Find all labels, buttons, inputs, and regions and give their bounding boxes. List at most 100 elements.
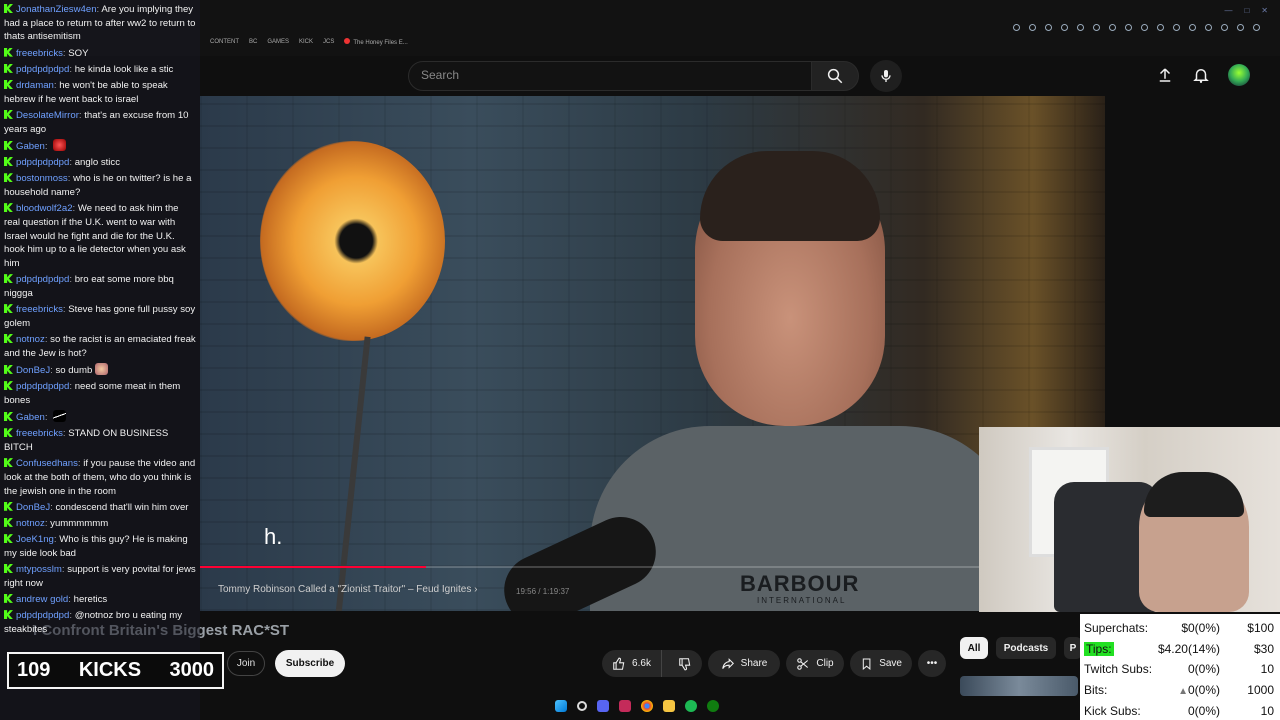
search-input[interactable]: Search [408, 61, 812, 91]
avatar[interactable] [1228, 64, 1250, 86]
chat-username[interactable]: bloodwolf2a2 [16, 203, 73, 214]
chat-username[interactable]: Gaben [16, 141, 45, 152]
kick-badge-icon [4, 140, 13, 150]
stat-value: 0(0%) [1187, 683, 1220, 698]
chip-all[interactable]: All [960, 637, 988, 659]
chat-username[interactable]: drdaman [16, 80, 54, 91]
extension-icon[interactable] [1125, 24, 1132, 31]
extension-icon[interactable] [1205, 24, 1212, 31]
chat-username[interactable]: pdpdpdpdpd [16, 274, 69, 285]
search-button[interactable] [811, 61, 859, 91]
extension-icon[interactable] [1013, 24, 1020, 31]
clip-button[interactable]: Clip [786, 650, 844, 677]
stat-value: 0(0%) [1187, 662, 1220, 677]
subscribe-button[interactable]: Subscribe [275, 650, 345, 677]
thumbs-up-icon [613, 657, 625, 670]
stat-row: Twitch Subs: 0(0%) 10 [1084, 659, 1276, 680]
chat-username[interactable]: Confusedhans [16, 458, 78, 469]
app-icon[interactable] [619, 700, 631, 712]
minimize-icon[interactable]: — [1224, 6, 1232, 15]
folder-icon[interactable] [663, 700, 675, 712]
search-icon[interactable] [577, 701, 587, 711]
maximize-icon[interactable]: □ [1244, 6, 1249, 15]
upload-icon[interactable] [1156, 66, 1174, 84]
chat-message: Confusedhans: if you pause the video and… [4, 457, 196, 498]
xbox-icon[interactable] [707, 700, 719, 712]
progress-bar[interactable] [200, 566, 1105, 568]
spotify-icon[interactable] [685, 700, 697, 712]
chat-username[interactable]: JoeK1ng [16, 534, 54, 545]
discord-icon[interactable] [597, 700, 609, 712]
bookmark[interactable]: JCS [323, 39, 334, 45]
chat-overlay: JonathanZiesw4en: Are you implying they … [0, 0, 200, 720]
chat-username[interactable]: Gaben [16, 412, 45, 423]
next-video-link[interactable]: Tommy Robinson Called a "Zionist Traitor… [218, 584, 477, 595]
chat-username[interactable]: freeebricks [16, 48, 63, 59]
donation-goals-panel: Superchats: $0(0%) $100 Tips: $4.20(14%)… [1080, 614, 1280, 720]
chrome-icon[interactable] [641, 700, 653, 712]
kick-badge-icon [4, 4, 13, 13]
chat-username[interactable]: DesolateMirror [16, 110, 79, 121]
extension-icon[interactable] [1061, 24, 1068, 31]
chat-username[interactable]: pdpdpdpdpd [16, 64, 69, 75]
video-player[interactable]: BARBOUR INTERNATIONAL h. Tommy Robinson … [200, 96, 1105, 611]
chat-message: bostonmoss: who is he on twitter? is he … [4, 172, 196, 199]
extension-icon[interactable] [1253, 24, 1260, 31]
share-button[interactable]: Share [708, 650, 780, 677]
extension-icon[interactable] [1109, 24, 1116, 31]
bookmarks-bar: CONTENT BC GAMES KICK JCS The Honey File… [210, 38, 408, 46]
extension-icon[interactable] [1173, 24, 1180, 31]
chat-message: bloodwolf2a2: We need to ask him the rea… [4, 202, 196, 271]
extension-icon[interactable] [1221, 24, 1228, 31]
chat-username[interactable]: bostonmoss [16, 173, 68, 184]
dislike-button[interactable] [668, 650, 702, 677]
join-button[interactable]: Join [227, 651, 265, 676]
more-actions-button[interactable]: ••• [918, 650, 946, 677]
extension-icon[interactable] [1157, 24, 1164, 31]
like-dislike-group: 6.6k [602, 650, 702, 677]
bell-icon[interactable] [1192, 66, 1210, 84]
chat-username[interactable]: notnoz [16, 334, 45, 345]
chat-message: DonBeJ: so dumb [4, 362, 196, 378]
chip-podcasts[interactable]: Podcasts [996, 637, 1056, 659]
like-button[interactable]: 6.6k [602, 650, 662, 677]
extension-icon[interactable] [1189, 24, 1196, 31]
chat-username[interactable]: JonathanZiesw4en [16, 4, 97, 15]
chat-username[interactable]: DonBeJ [16, 502, 50, 513]
chat-message: JoeK1ng: Who is this guy? He is making m… [4, 533, 196, 560]
extension-icon[interactable] [1093, 24, 1100, 31]
thumbs-down-icon [679, 657, 691, 670]
voice-search-button[interactable] [870, 60, 902, 92]
chat-username[interactable]: freeebricks [16, 304, 63, 315]
stat-row: Tips: $4.20(14%) $30 [1084, 639, 1276, 660]
chat-username[interactable]: pdpdpdpdpd [16, 157, 69, 168]
chat-username[interactable]: pdpdpdpdpd [16, 610, 69, 621]
save-button[interactable]: Save [850, 650, 912, 677]
recommended-thumbnail[interactable] [960, 676, 1078, 696]
chat-username[interactable]: pdpdpdpdpd [16, 381, 69, 392]
chat-message: pdpdpdpdpd: bro eat some more bbq niggga [4, 273, 196, 300]
kick-badge-icon [4, 47, 13, 57]
chat-username[interactable]: andrew gold [16, 594, 68, 605]
bookmark[interactable]: KICK [299, 39, 313, 45]
stat-row: Kick Subs: 0(0%) 10 [1084, 700, 1276, 720]
bookmark[interactable]: BC [249, 39, 257, 45]
extension-icon[interactable] [1045, 24, 1052, 31]
chat-username[interactable]: freeebricks [16, 428, 63, 439]
stat-goal: $30 [1253, 641, 1274, 656]
close-icon[interactable]: ✕ [1261, 6, 1268, 15]
extension-icon[interactable] [1141, 24, 1148, 31]
bookmark[interactable]: CONTENT [210, 39, 239, 45]
extension-icon[interactable] [1029, 24, 1036, 31]
extension-icon[interactable] [1237, 24, 1244, 31]
chat-username[interactable]: mtyposslm [16, 564, 62, 575]
windows-start-icon[interactable] [555, 700, 567, 712]
bookmark[interactable]: GAMES [267, 39, 289, 45]
chat-username[interactable]: DonBeJ [16, 365, 50, 376]
bookmark-youtube[interactable]: The Honey Files E... [344, 38, 408, 46]
chat-username[interactable]: notnoz [16, 518, 45, 529]
kick-badge-icon [4, 80, 13, 90]
kick-badge-icon [4, 333, 13, 343]
extension-icon[interactable] [1077, 24, 1084, 31]
kicks-label: KICKS [78, 659, 142, 681]
